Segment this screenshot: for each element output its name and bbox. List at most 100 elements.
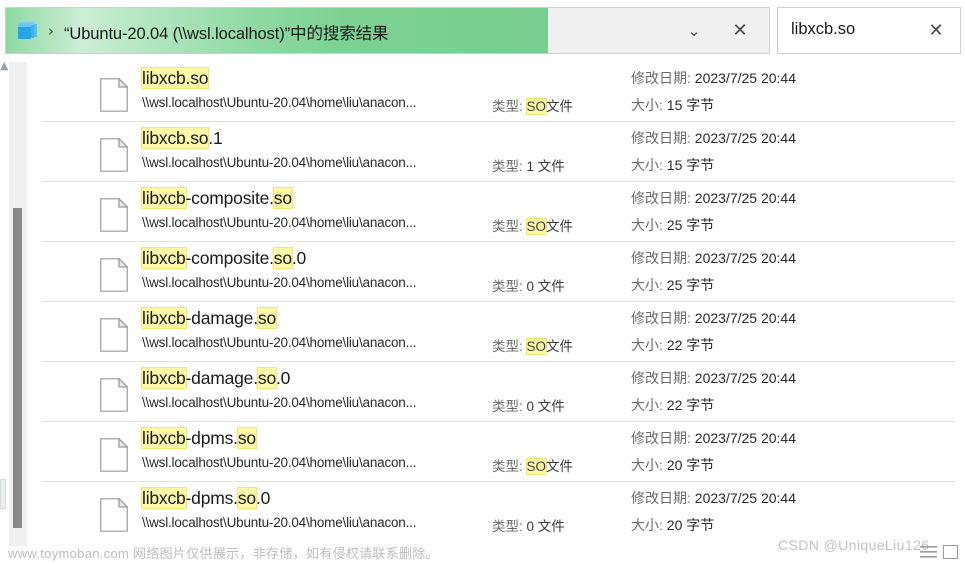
file-document-icon — [100, 437, 129, 472]
file-size-value: 22 字节 — [666, 337, 715, 353]
file-date-label: 修改日期: — [631, 250, 695, 266]
match-highlight: libxcb — [142, 248, 186, 268]
file-type-label: 类型: — [492, 339, 527, 354]
file-name[interactable]: libxcb-damage.so.0 — [142, 368, 290, 389]
file-date-label: 修改日期: — [631, 370, 695, 386]
file-size-label: 大小: — [631, 97, 667, 113]
file-date-value: 2023/7/25 20:44 — [694, 430, 796, 446]
file-path: \\wsl.localhost\Ubuntu-20.04\home\liu\an… — [142, 335, 417, 350]
search-result-row[interactable]: libxcb.so \\wsl.localhost\Ubuntu-20.04\ho… — [42, 62, 955, 122]
file-size-value: 15 字节 — [666, 97, 715, 113]
vertical-scrollbar-thumb[interactable] — [13, 208, 22, 528]
file-document-icon — [100, 137, 129, 172]
file-name[interactable]: libxcb-dpms.so — [142, 428, 256, 449]
file-date-value: 2023/7/25 20:44 — [694, 190, 796, 206]
file-size-value: 25 字节 — [666, 277, 715, 293]
file-type-label: 类型: — [492, 159, 527, 174]
file-modified-date: 修改日期: 2023/7/25 20:44 — [631, 308, 796, 328]
match-highlight: so — [273, 188, 292, 208]
search-result-row[interactable]: libxcb-composite.so.0 \\wsl.localhost\Ubu… — [42, 242, 955, 302]
file-size: 大小: 20 字节 — [631, 515, 714, 535]
text-fragment: -dpms. — [185, 428, 238, 448]
file-name[interactable]: libxcb-dpms.so.0 — [142, 488, 270, 509]
file-document-icon — [100, 77, 129, 112]
search-result-row[interactable]: libxcb.so.1 \\wsl.localhost\Ubuntu-20.04\… — [42, 122, 955, 182]
text-fragment: .1 — [208, 128, 223, 148]
file-date-label: 修改日期: — [631, 430, 695, 446]
file-type: 类型: 0 文件 — [492, 515, 565, 535]
file-date-label: 修改日期: — [631, 130, 695, 146]
text-fragment: -composite. — [185, 188, 274, 208]
file-date-value: 2023/7/25 20:44 — [694, 370, 796, 386]
file-size-label: 大小: — [631, 457, 667, 473]
file-document-icon — [100, 257, 129, 292]
match-highlight: libxcb.so — [142, 128, 209, 148]
stop-search-close-icon[interactable]: ✕ — [725, 17, 755, 45]
text-fragment: 文件 — [546, 219, 574, 234]
file-size-label: 大小: — [631, 217, 667, 233]
breadcrumb-chevron-2-icon[interactable]: › — [311, 23, 317, 39]
window-toolbar: › “Ubuntu-20.04 (\\wsl.localhost)”中的搜索结果… — [0, 0, 965, 60]
file-date-value: 2023/7/25 20:44 — [694, 310, 796, 326]
file-date-value: 2023/7/25 20:44 — [694, 70, 796, 86]
view-details-icon[interactable] — [920, 545, 937, 559]
search-result-row[interactable]: libxcb-composite.so \\wsl.localhost\Ubunt… — [42, 182, 955, 242]
file-size-value: 20 字节 — [666, 517, 715, 533]
search-result-row[interactable]: libxcb-dpms.so \\wsl.localhost\Ubuntu-20.… — [42, 422, 955, 482]
file-name[interactable]: libxcb-composite.so.0 — [142, 248, 306, 269]
address-bar[interactable]: › “Ubuntu-20.04 (\\wsl.localhost)”中的搜索结果… — [5, 7, 770, 54]
match-highlight: SO — [526, 219, 547, 234]
file-modified-date: 修改日期: 2023/7/25 20:44 — [631, 428, 796, 448]
file-path: \\wsl.localhost\Ubuntu-20.04\home\liu\an… — [142, 155, 417, 170]
file-path: \\wsl.localhost\Ubuntu-20.04\home\liu\an… — [142, 395, 417, 410]
search-result-row[interactable]: libxcb-damage.so \\wsl.localhost\Ubuntu-2… — [42, 302, 955, 362]
file-size: 大小: 15 字节 — [631, 95, 714, 115]
text-fragment: 0 文件 — [526, 399, 565, 414]
view-tiles-icon[interactable] — [943, 545, 958, 559]
search-box[interactable]: libxcb.so ✕ — [777, 7, 961, 54]
search-input[interactable]: libxcb.so — [791, 20, 855, 39]
file-document-icon — [100, 197, 129, 232]
file-date-value: 2023/7/25 20:44 — [694, 130, 796, 146]
text-fragment: -composite. — [185, 248, 274, 268]
search-result-row[interactable]: libxcb-dpms.so.0 \\wsl.localhost\Ubuntu-2… — [42, 482, 955, 542]
breadcrumb-search-results-label[interactable]: “Ubuntu-20.04 (\\wsl.localhost)”中的搜索结果 — [64, 20, 389, 44]
file-date-label: 修改日期: — [631, 310, 695, 326]
text-fragment: 文件 — [546, 339, 574, 354]
file-type-label: 类型: — [492, 279, 527, 294]
file-size-label: 大小: — [631, 397, 667, 413]
file-name[interactable]: libxcb.so.1 — [142, 128, 223, 149]
scroll-up-arrow-icon[interactable]: ▲ — [0, 60, 8, 72]
text-fragment: 文件 — [546, 99, 574, 114]
file-size-value: 22 字节 — [666, 397, 715, 413]
file-path: \\wsl.localhost\Ubuntu-20.04\home\liu\an… — [142, 515, 417, 530]
file-name[interactable]: libxcb-damage.so — [142, 308, 276, 329]
match-highlight: libxcb — [142, 428, 186, 448]
text-fragment: .0 — [255, 488, 271, 508]
text-fragment: -damage. — [185, 308, 259, 328]
watermark-left: www.toymoban.com 网络图片仅供展示，非存储，如有侵权请联系删除。 — [8, 546, 439, 561]
file-type-label: 类型: — [492, 99, 527, 114]
file-name[interactable]: libxcb-composite.so — [142, 188, 292, 209]
left-panel-edge-handle[interactable] — [0, 479, 6, 509]
search-clear-icon[interactable]: ✕ — [922, 18, 950, 44]
search-result-row[interactable]: libxcb-damage.so.0 \\wsl.localhost\Ubuntu… — [42, 362, 955, 422]
file-size: 大小: 25 字节 — [631, 215, 714, 235]
file-modified-date: 修改日期: 2023/7/25 20:44 — [631, 488, 796, 508]
file-type: 类型: 1 文件 — [492, 155, 565, 175]
text-fragment: -damage. — [185, 368, 259, 388]
text-fragment: 0 文件 — [526, 279, 565, 294]
match-highlight: so — [257, 368, 276, 388]
file-modified-date: 修改日期: 2023/7/25 20:44 — [631, 368, 796, 388]
address-history-dropdown-icon[interactable]: ⌄ — [677, 18, 711, 44]
file-type: 类型: 0 文件 — [492, 275, 565, 295]
file-modified-date: 修改日期: 2023/7/25 20:44 — [631, 68, 796, 88]
file-type-label: 类型: — [492, 399, 527, 414]
text-fragment: 0 文件 — [526, 519, 565, 534]
watermark-right: CSDN @UniqueLiu126 — [778, 537, 930, 553]
breadcrumb-chevron-icon[interactable]: › — [48, 22, 54, 40]
file-size-label: 大小: — [631, 277, 667, 293]
file-type: 类型: 0 文件 — [492, 395, 565, 415]
file-date-value: 2023/7/25 20:44 — [694, 250, 796, 266]
file-name[interactable]: libxcb.so — [142, 68, 208, 89]
